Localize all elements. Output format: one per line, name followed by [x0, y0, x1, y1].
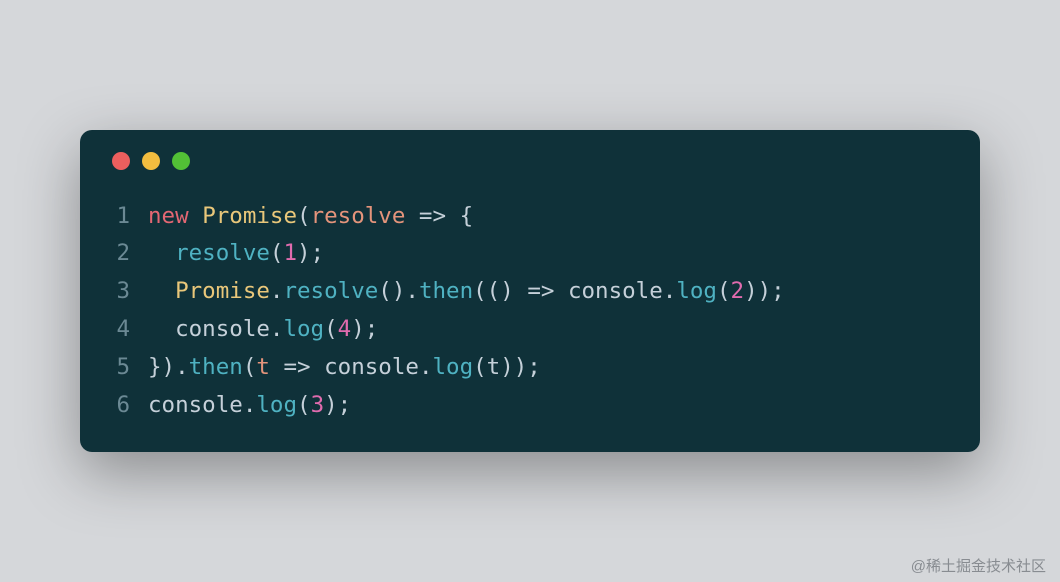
line-content: new Promise(resolve => {: [148, 198, 473, 236]
line-number: 6: [108, 387, 148, 425]
code-token: 4: [338, 316, 352, 342]
code-token: console: [324, 354, 419, 380]
code-token: );: [297, 240, 324, 266]
code-token: log: [283, 316, 324, 342]
watermark-text: @稀土掘金技术社区: [911, 555, 1046, 576]
code-token: (: [297, 203, 311, 229]
code-token: log: [676, 278, 717, 304]
code-token: new: [148, 203, 189, 229]
code-line: 4 console.log(4);: [108, 311, 952, 349]
code-token: 2: [731, 278, 745, 304]
code-token: console: [175, 316, 270, 342]
code-token: =>: [527, 278, 554, 304]
code-token: =>: [270, 354, 324, 380]
code-token: resolve: [311, 203, 406, 229]
code-token: [554, 278, 568, 304]
code-token: [148, 278, 175, 304]
code-token: {: [460, 203, 474, 229]
code-token: [189, 203, 203, 229]
code-token: [148, 240, 175, 266]
code-token: then: [419, 278, 473, 304]
code-token: ));: [744, 278, 785, 304]
line-content: console.log(3);: [148, 387, 351, 425]
code-token: resolve: [283, 278, 378, 304]
code-token: log: [256, 392, 297, 418]
code-line: 5}).then(t => console.log(t));: [108, 349, 952, 387]
code-token: (: [270, 240, 284, 266]
line-number: 1: [108, 198, 148, 236]
code-token: Promise: [175, 278, 270, 304]
code-token: t: [256, 354, 270, 380]
line-number: 2: [108, 235, 148, 273]
line-number: 4: [108, 311, 148, 349]
code-window: 1new Promise(resolve => {2 resolve(1);3 …: [80, 130, 980, 453]
code-token: console: [568, 278, 663, 304]
code-line: 3 Promise.resolve().then(() => console.l…: [108, 273, 952, 311]
code-token: t: [487, 354, 501, 380]
code-line: 2 resolve(1);: [108, 235, 952, 273]
line-number: 3: [108, 273, 148, 311]
code-token: 1: [283, 240, 297, 266]
code-token: 3: [311, 392, 325, 418]
code-block: 1new Promise(resolve => {2 resolve(1);3 …: [108, 198, 952, 425]
maximize-icon: [172, 152, 190, 170]
code-token: resolve: [175, 240, 270, 266]
code-token: =>: [405, 203, 459, 229]
code-token: ().: [378, 278, 419, 304]
code-token: ));: [500, 354, 541, 380]
code-line: 6console.log(3);: [108, 387, 952, 425]
code-token: );: [324, 392, 351, 418]
code-token: (: [324, 316, 338, 342]
line-content: Promise.resolve().then(() => console.log…: [148, 273, 785, 311]
code-token: (: [473, 354, 487, 380]
code-token: .: [243, 392, 257, 418]
code-token: .: [270, 278, 284, 304]
code-token: );: [351, 316, 378, 342]
code-token: then: [189, 354, 243, 380]
code-token: (: [243, 354, 257, 380]
code-token: .: [663, 278, 677, 304]
close-icon: [112, 152, 130, 170]
code-token: .: [419, 354, 433, 380]
code-token: [148, 316, 175, 342]
line-content: }).then(t => console.log(t));: [148, 349, 541, 387]
code-token: .: [270, 316, 284, 342]
code-token: (: [297, 392, 311, 418]
line-content: console.log(4);: [148, 311, 378, 349]
traffic-lights: [108, 152, 952, 170]
line-content: resolve(1);: [148, 235, 324, 273]
code-token: console: [148, 392, 243, 418]
code-line: 1new Promise(resolve => {: [108, 198, 952, 236]
code-token: }).: [148, 354, 189, 380]
code-token: log: [432, 354, 473, 380]
minimize-icon: [142, 152, 160, 170]
code-token: ((): [473, 278, 527, 304]
code-token: Promise: [202, 203, 297, 229]
line-number: 5: [108, 349, 148, 387]
code-token: (: [717, 278, 731, 304]
